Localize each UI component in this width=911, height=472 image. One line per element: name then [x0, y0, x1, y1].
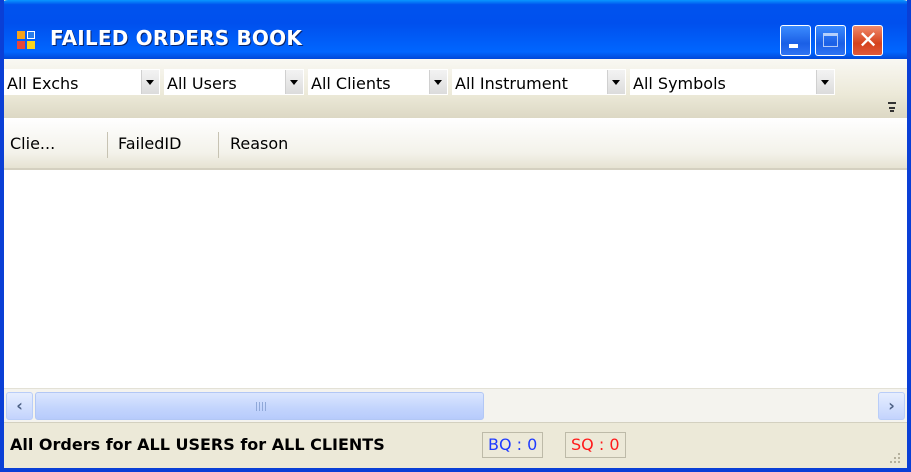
- failed-orders-window: FAILED ORDERS BOOK ✕ All Exchs All Users…: [0, 0, 911, 472]
- maximize-icon: [823, 33, 838, 47]
- chevron-down-icon[interactable]: [816, 70, 834, 94]
- scroll-right-button[interactable]: ›: [878, 392, 905, 420]
- instrument-filter-select[interactable]: All Instrument: [452, 69, 626, 95]
- users-filter-select[interactable]: All Users: [164, 69, 304, 95]
- toolbar-overflow-icon[interactable]: [886, 99, 898, 115]
- horizontal-scrollbar[interactable]: ‹ ›: [4, 388, 907, 423]
- scroll-left-button[interactable]: ‹: [6, 392, 33, 420]
- minimize-icon: [789, 44, 798, 48]
- chevron-down-icon[interactable]: [285, 70, 303, 94]
- chevron-down-icon[interactable]: [607, 70, 625, 94]
- minimize-button[interactable]: [780, 25, 811, 56]
- clients-filter-select[interactable]: All Clients: [308, 69, 448, 95]
- instrument-filter-value: All Instrument: [455, 74, 568, 93]
- column-header-reason[interactable]: Reason: [230, 134, 288, 158]
- scroll-thumb[interactable]: [35, 392, 484, 420]
- symbols-filter-value: All Symbols: [633, 74, 726, 93]
- chevron-down-icon[interactable]: [429, 70, 447, 94]
- grip-icon: [256, 402, 266, 411]
- maximize-button[interactable]: [815, 25, 846, 56]
- column-divider[interactable]: [218, 132, 219, 158]
- filter-toolbar: All Exchs All Users All Clients All Inst…: [4, 59, 907, 119]
- title-bar[interactable]: FAILED ORDERS BOOK ✕: [4, 0, 907, 59]
- orders-grid-body[interactable]: [4, 170, 907, 388]
- status-bar: All Orders for ALL USERS for ALL CLIENTS…: [4, 422, 907, 468]
- clients-filter-value: All Clients: [311, 74, 391, 93]
- app-icon[interactable]: [17, 31, 37, 51]
- status-text: All Orders for ALL USERS for ALL CLIENTS: [10, 435, 385, 454]
- close-icon: ✕: [857, 26, 879, 54]
- column-header-failed-id[interactable]: FailedID: [118, 134, 181, 158]
- exchange-filter-value: All Exchs: [7, 74, 79, 93]
- column-header-client[interactable]: Clie...: [10, 134, 55, 158]
- bq-count-badge: BQ : 0: [482, 432, 544, 458]
- sq-count-badge: SQ : 0: [565, 432, 626, 458]
- column-divider[interactable]: [107, 132, 108, 158]
- resize-grip-icon[interactable]: [888, 451, 902, 465]
- close-button[interactable]: ✕: [852, 25, 883, 56]
- chevron-down-icon[interactable]: [141, 70, 159, 94]
- symbols-filter-select[interactable]: All Symbols: [630, 69, 835, 95]
- exchange-filter-select[interactable]: All Exchs: [4, 69, 160, 95]
- grid-header: Clie... FailedID Reason: [4, 118, 907, 170]
- users-filter-value: All Users: [167, 74, 237, 93]
- window-title: FAILED ORDERS BOOK: [50, 26, 303, 50]
